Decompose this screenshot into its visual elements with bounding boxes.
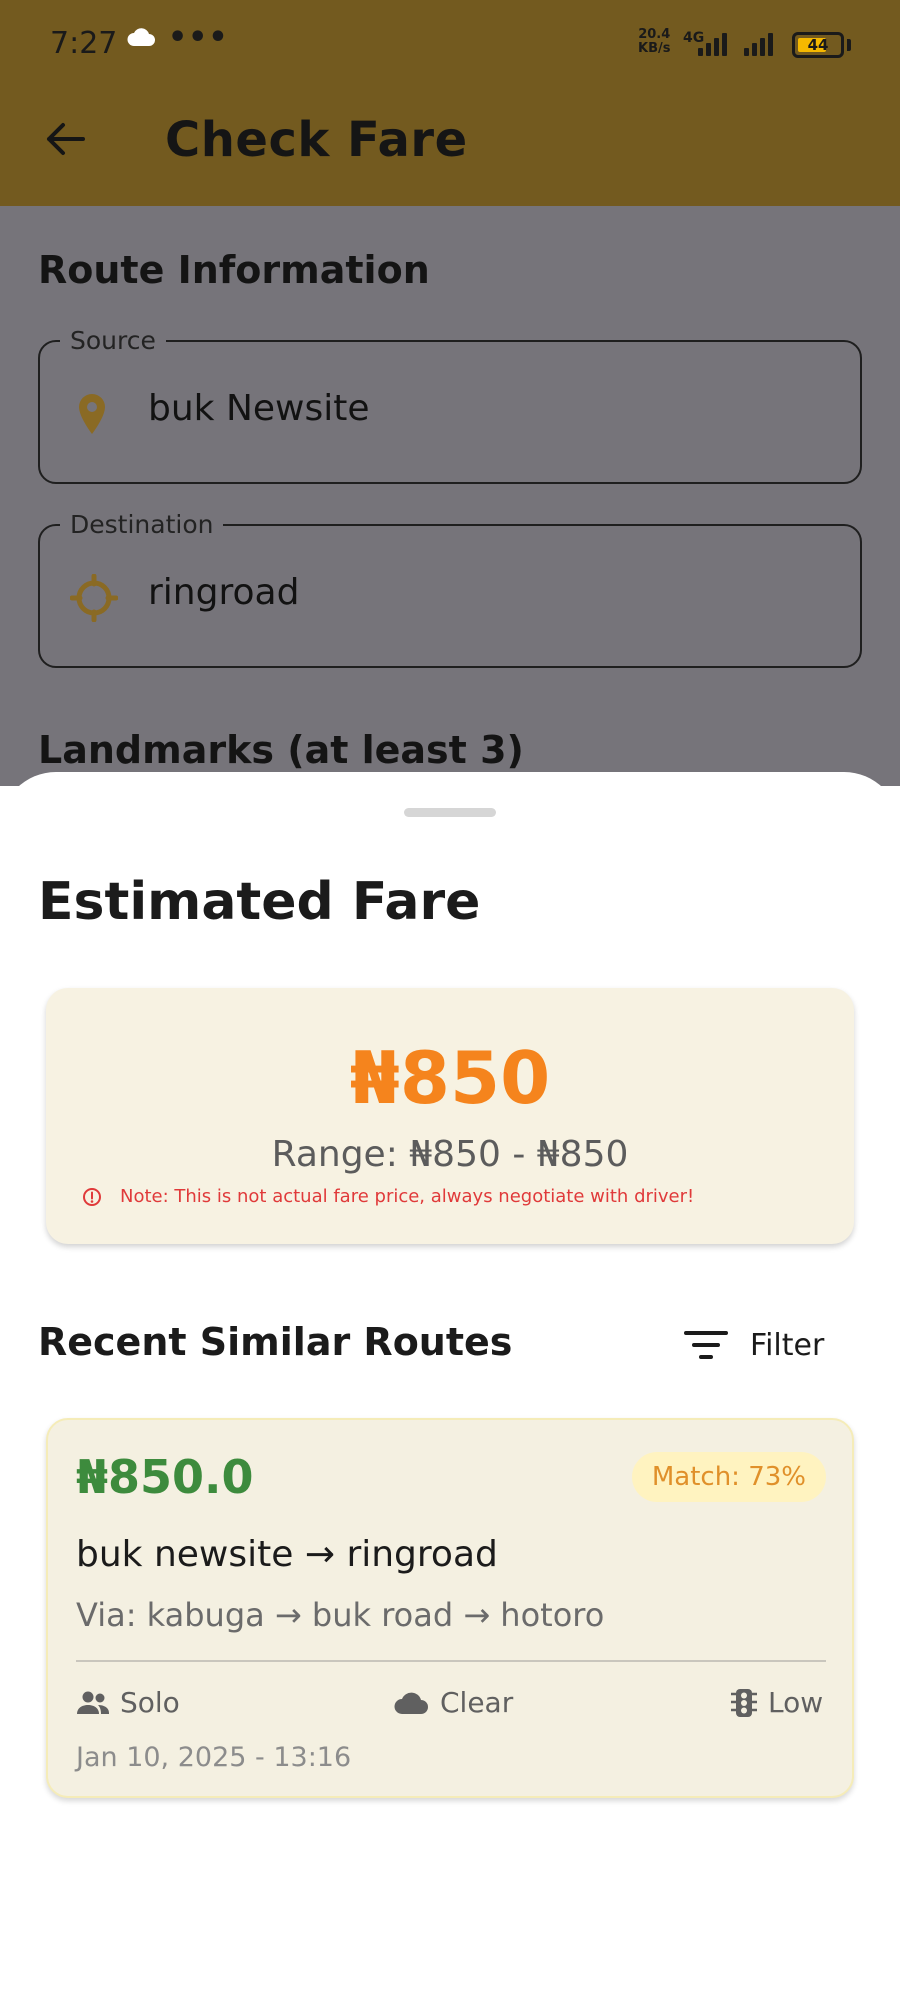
arrow-back-icon xyxy=(47,123,85,155)
estimated-fare-sheet: Estimated Fare ₦850 Range: ₦850 - ₦850 N… xyxy=(0,772,900,1999)
back-button[interactable] xyxy=(38,112,92,166)
route-via: Via: kabuga → buk road → hotoro xyxy=(76,1596,605,1634)
route-path: buk newsite → ringroad xyxy=(76,1534,498,1575)
landmarks-heading: Landmarks (at least 3) xyxy=(38,728,524,772)
battery-level: 44 xyxy=(807,36,829,54)
cloud-icon xyxy=(394,1692,428,1714)
network-speed-unit: KB/s xyxy=(638,41,671,56)
destination-label: Destination xyxy=(60,510,224,539)
crosshair-icon xyxy=(69,573,119,623)
route-info-heading: Route Information xyxy=(38,248,430,292)
fare-range: Range: ₦850 - ₦850 xyxy=(271,1134,629,1175)
signal-icon-2 xyxy=(744,30,773,56)
route-date: Jan 10, 2025 - 13:16 xyxy=(76,1742,352,1773)
filter-label: Filter xyxy=(750,1327,825,1363)
source-label: Source xyxy=(60,326,166,355)
status-bar: 7:27 ••• 20.4 KB/s 4G 44 xyxy=(0,0,900,90)
passengers-meta: Solo xyxy=(76,1686,180,1719)
traffic-meta: Low xyxy=(730,1686,823,1719)
weather-value: Clear xyxy=(440,1686,514,1719)
destination-value: ringroad xyxy=(148,572,300,613)
traffic-light-icon xyxy=(731,1688,757,1717)
source-field[interactable]: Source buk Newsite xyxy=(38,326,862,484)
status-time: 7:27 xyxy=(50,26,118,61)
network-speed: 20.4 KB/s xyxy=(638,28,670,56)
signal-icon xyxy=(698,30,727,56)
filter-icon xyxy=(684,1331,728,1359)
destination-field[interactable]: Destination ringroad xyxy=(38,510,862,668)
location-pin-icon xyxy=(70,390,114,438)
source-value: buk Newsite xyxy=(148,388,370,429)
route-card[interactable]: ₦850.0 Match: 73% buk newsite → ringroad… xyxy=(46,1418,854,1798)
info-icon xyxy=(83,1187,101,1206)
people-icon xyxy=(77,1691,109,1714)
divider xyxy=(76,1660,826,1662)
fare-amount: ₦850 xyxy=(349,1036,551,1120)
filter-button[interactable]: Filter xyxy=(684,1322,824,1368)
passengers-value: Solo xyxy=(120,1686,180,1719)
match-badge: Match: 73% xyxy=(631,1452,826,1502)
page-title: Check Fare xyxy=(165,112,468,168)
network-speed-value: 20.4 xyxy=(638,27,671,42)
sheet-title: Estimated Fare xyxy=(38,872,481,932)
fare-note-text: Note: This is not actual fare price, alw… xyxy=(120,1186,695,1207)
battery-icon: 44 xyxy=(792,32,844,58)
traffic-value: Low xyxy=(768,1686,824,1719)
cloud-icon xyxy=(126,26,156,52)
fare-card: ₦850 Range: ₦850 - ₦850 Note: This is no… xyxy=(46,988,854,1244)
more-dots-icon: ••• xyxy=(168,20,229,55)
route-price: ₦850.0 xyxy=(76,1450,254,1504)
recent-routes-heading: Recent Similar Routes xyxy=(38,1320,513,1364)
drag-handle[interactable] xyxy=(404,808,496,817)
route-form: Route Information Source buk Newsite Des… xyxy=(0,206,900,786)
weather-meta: Clear xyxy=(392,1686,513,1719)
fare-note: Note: This is not actual fare price, alw… xyxy=(82,1186,694,1207)
